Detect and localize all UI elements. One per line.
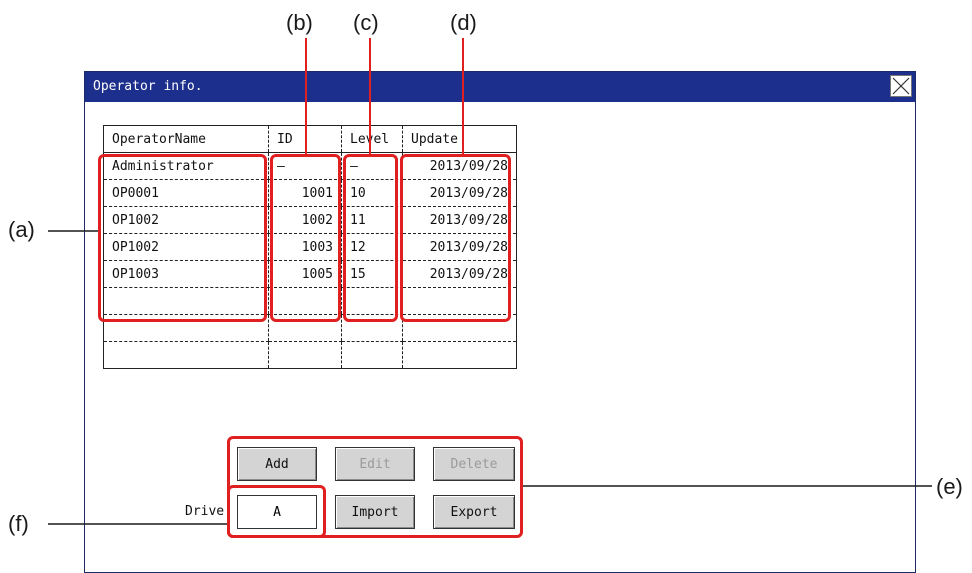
callout-leader-lines [48, 38, 932, 525]
